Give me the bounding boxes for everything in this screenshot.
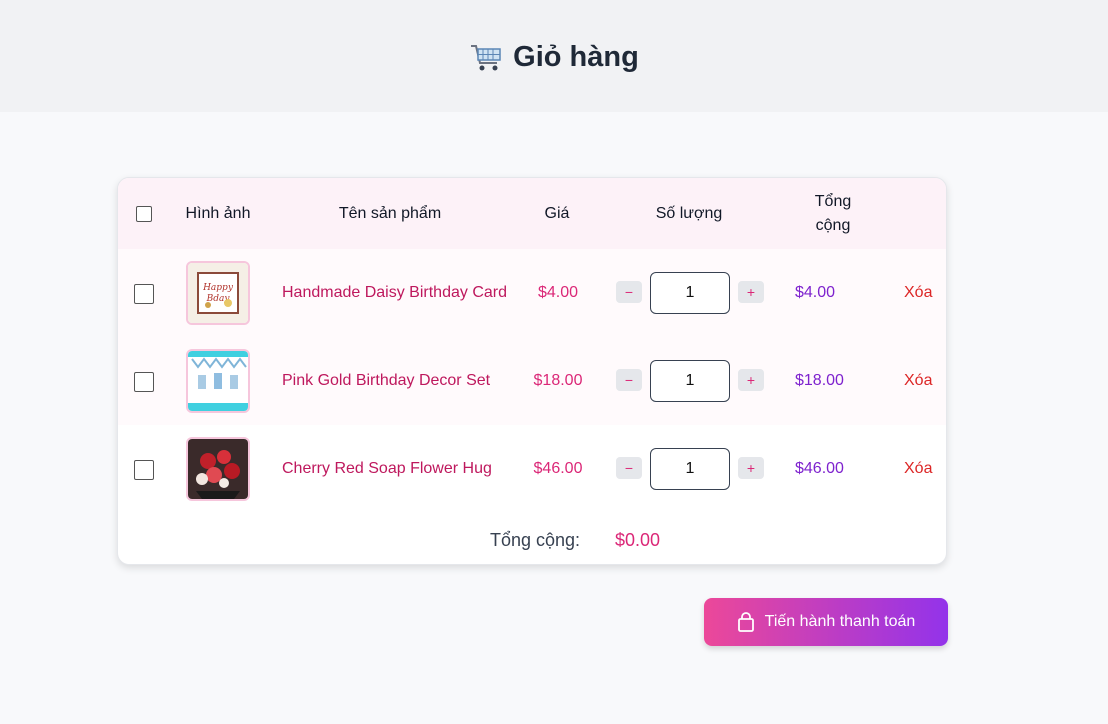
- row-checkbox[interactable]: [134, 460, 154, 480]
- quantity-decrease-button[interactable]: −: [616, 457, 642, 479]
- row-total: $4.00: [795, 284, 836, 301]
- select-all-checkbox[interactable]: [136, 206, 152, 222]
- product-thumbnail: [186, 349, 250, 413]
- checkout-button[interactable]: Tiến hành thanh toán: [704, 598, 948, 646]
- svg-text:Happy: Happy: [202, 283, 234, 293]
- delete-button[interactable]: Xóa: [904, 337, 932, 425]
- table-header: Hình ảnh Tên sản phẩm Giá Số lượng Tổng …: [118, 178, 946, 249]
- product-name[interactable]: Pink Gold Birthday Decor Set: [282, 337, 507, 425]
- quantity-input[interactable]: [650, 360, 730, 402]
- quantity-increase-button[interactable]: +: [738, 369, 764, 391]
- table-row: Pink Gold Birthday Decor Set $18.00 − + …: [118, 337, 946, 425]
- delete-button[interactable]: Xóa: [904, 249, 932, 337]
- product-price: $18.00: [533, 372, 583, 389]
- delete-button[interactable]: Xóa: [904, 425, 932, 513]
- column-header-image: Hình ảnh: [185, 204, 251, 222]
- birthday-decor-image: [188, 351, 248, 411]
- quantity-increase-button[interactable]: +: [738, 457, 764, 479]
- cart-table: Hình ảnh Tên sản phẩm Giá Số lượng Tổng …: [117, 177, 947, 565]
- table-row: Cherry Red Soap Flower Hug $46.00 − + $4…: [118, 425, 946, 513]
- shopping-cart-icon: [471, 45, 501, 71]
- quantity-input[interactable]: [650, 448, 730, 490]
- row-total: $18.00: [795, 372, 844, 389]
- product-thumbnail: [186, 437, 250, 501]
- column-header-total: Tổng cộng: [814, 192, 852, 234]
- row-checkbox[interactable]: [134, 372, 154, 392]
- grand-total-value: $0.00: [615, 530, 661, 550]
- product-name[interactable]: Handmade Daisy Birthday Card: [282, 249, 507, 337]
- page-title: Giỏ hàng: [469, 41, 639, 74]
- product-thumbnail: Happy Bday: [186, 261, 250, 325]
- table-row: Happy Bday Handmade Daisy Birthday Card …: [118, 249, 946, 337]
- quantity-decrease-button[interactable]: −: [616, 281, 642, 303]
- quantity-increase-button[interactable]: +: [738, 281, 764, 303]
- page-header: Giỏ hàng: [0, 0, 1108, 112]
- flower-bouquet-image: [188, 439, 248, 499]
- checkout-button-label: Tiến hành thanh toán: [764, 613, 916, 630]
- birthday-card-image: Happy Bday: [188, 263, 248, 323]
- row-total: $46.00: [795, 460, 844, 477]
- quantity-decrease-button[interactable]: −: [616, 369, 642, 391]
- page-title-text: Giỏ hàng: [513, 40, 639, 73]
- product-name[interactable]: Cherry Red Soap Flower Hug: [282, 425, 507, 513]
- product-price: $4.00: [537, 284, 579, 301]
- column-header-price: Giá: [544, 204, 570, 222]
- shopping-bag-icon: [737, 612, 754, 632]
- quantity-input[interactable]: [650, 272, 730, 314]
- product-price: $46.00: [533, 460, 583, 477]
- grand-total-label: Tổng cộng:: [490, 530, 581, 550]
- row-checkbox[interactable]: [134, 284, 154, 304]
- column-header-name: Tên sản phẩm: [338, 204, 442, 222]
- column-header-quantity: Số lượng: [655, 204, 723, 222]
